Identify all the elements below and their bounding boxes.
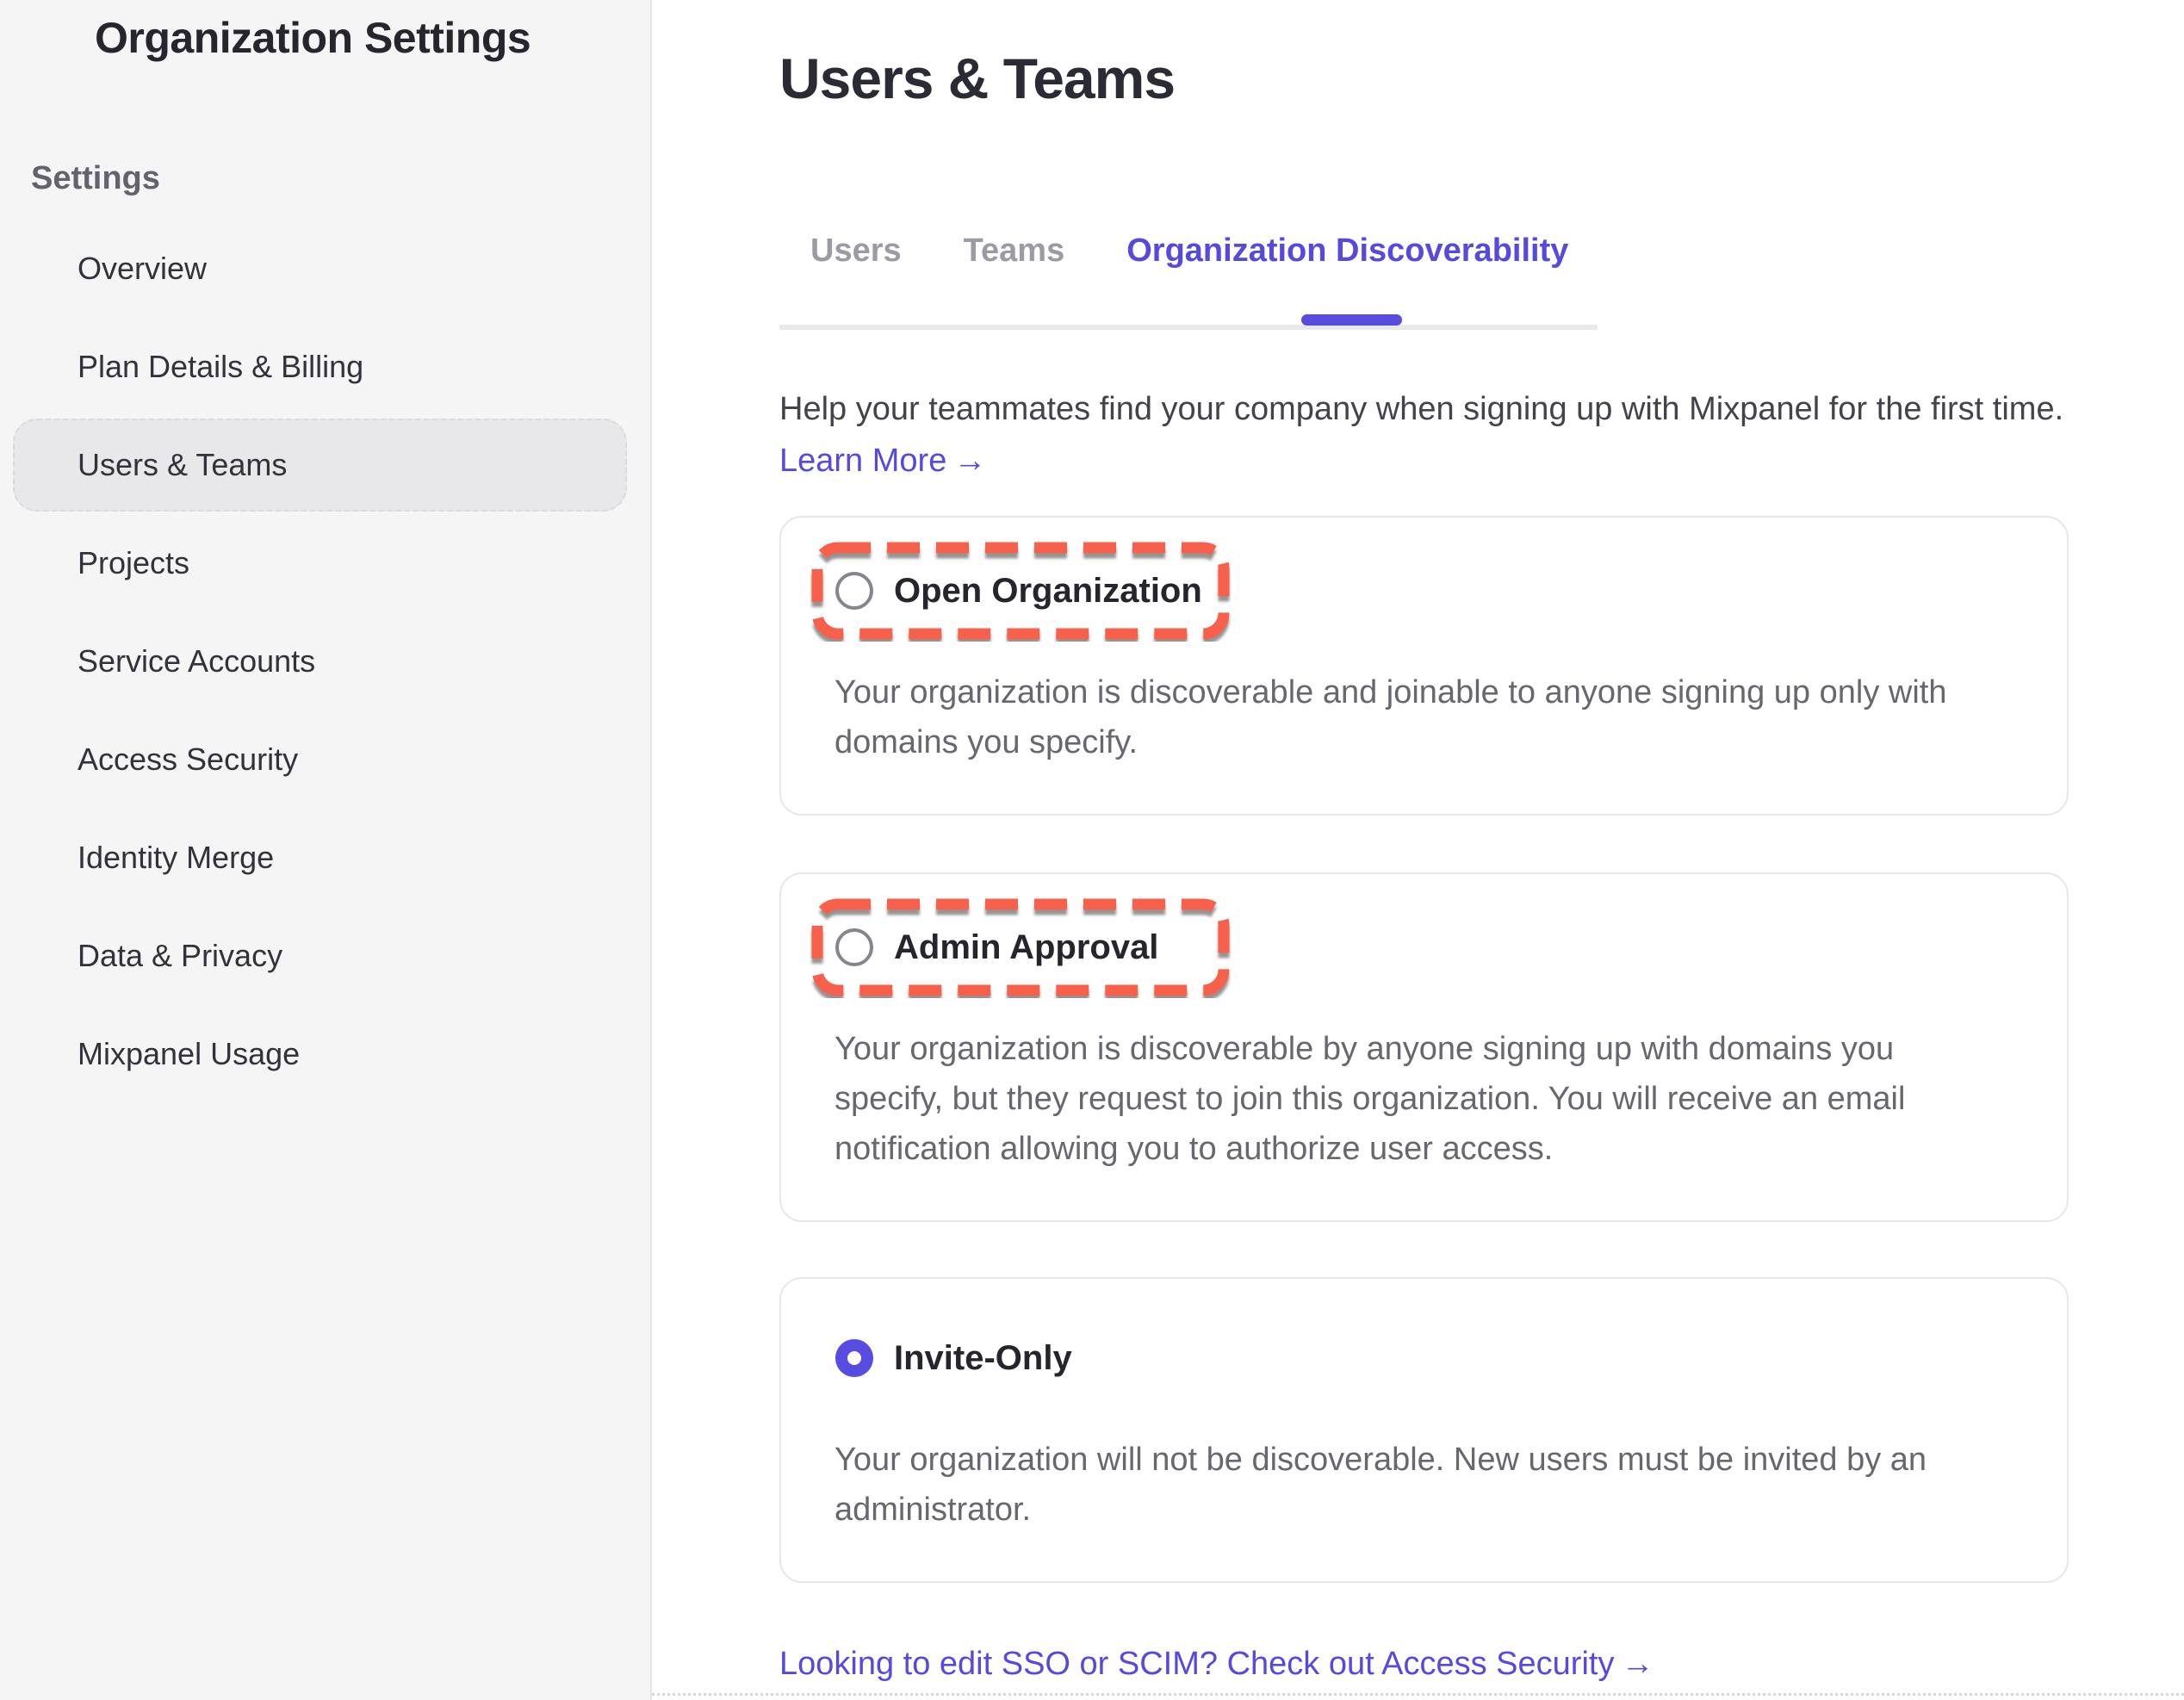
- learn-more-link[interactable]: Learn More→: [779, 437, 986, 485]
- option-card-admin-approval: Admin Approval Your organization is disc…: [779, 872, 2069, 1222]
- sidebar-item-label: Service Accounts: [78, 643, 315, 679]
- sidebar-item-plan-details-billing[interactable]: Plan Details & Billing: [0, 318, 650, 416]
- option-description: Your organization is discoverable by any…: [835, 1024, 2044, 1174]
- sidebar-item-service-accounts[interactable]: Service Accounts: [0, 612, 650, 710]
- sidebar: Organization Settings Settings Overview …: [0, 0, 652, 1700]
- learn-more-label: Learn More: [779, 443, 946, 479]
- app-window: Organization Settings Settings Overview …: [0, 0, 2184, 1700]
- sidebar-item-users-teams[interactable]: Users & Teams: [0, 416, 650, 514]
- main-content: Users & Teams Users Teams Organization D…: [652, 0, 2184, 1700]
- option-description: Your organization is discoverable and jo…: [835, 667, 2044, 767]
- intro-text: Help your teammates find your company wh…: [779, 385, 2184, 433]
- bottom-divider: [652, 1693, 2184, 1696]
- tab-organization-discoverability[interactable]: Organization Discoverability: [1126, 233, 1568, 270]
- sidebar-item-overview[interactable]: Overview: [0, 220, 650, 318]
- tab-users[interactable]: Users: [810, 233, 902, 270]
- option-description: Your organization will not be discoverab…: [835, 1435, 2044, 1535]
- active-tab-indicator: [1301, 314, 1402, 326]
- radio-admin-approval[interactable]: [835, 928, 873, 966]
- sidebar-item-data-privacy[interactable]: Data & Privacy: [0, 907, 650, 1005]
- sidebar-item-label: Identity Merge: [78, 840, 274, 876]
- sidebar-item-label: Projects: [78, 545, 189, 581]
- sidebar-item-mixpanel-usage[interactable]: Mixpanel Usage: [0, 1005, 650, 1103]
- option-label: Invite-Only: [894, 1339, 1072, 1378]
- tab-divider: [779, 325, 1598, 330]
- option-card-invite-only: Invite-Only Your organization will not b…: [779, 1277, 2069, 1583]
- option-label: Open Organization: [894, 572, 1202, 611]
- sidebar-item-label: Users & Teams: [78, 447, 287, 483]
- sidebar-nav: Overview Plan Details & Billing Users & …: [0, 220, 650, 1103]
- tab-teams[interactable]: Teams: [964, 233, 1065, 270]
- radio-open-organization[interactable]: [835, 572, 873, 610]
- sidebar-item-label: Data & Privacy: [78, 938, 282, 974]
- sidebar-item-identity-merge[interactable]: Identity Merge: [0, 809, 650, 907]
- access-security-link[interactable]: Looking to edit SSO or SCIM? Check out A…: [779, 1640, 1654, 1688]
- sidebar-item-projects[interactable]: Projects: [0, 514, 650, 612]
- page-title: Users & Teams: [779, 45, 2184, 112]
- sidebar-item-access-security[interactable]: Access Security: [0, 710, 650, 809]
- arrow-right-icon: →: [1621, 1646, 1654, 1682]
- sidebar-item-label: Access Security: [78, 741, 298, 778]
- option-admin-approval[interactable]: Admin Approval: [810, 897, 1232, 998]
- radio-invite-only[interactable]: [835, 1339, 873, 1377]
- sidebar-item-label: Plan Details & Billing: [78, 349, 363, 385]
- sidebar-item-label: Overview: [78, 251, 207, 287]
- arrow-right-icon: →: [953, 443, 986, 479]
- sidebar-section-label: Settings: [31, 160, 650, 197]
- access-security-label: Looking to edit SSO or SCIM? Check out A…: [779, 1646, 1614, 1682]
- sidebar-title: Organization Settings: [95, 12, 650, 64]
- sidebar-item-label: Mixpanel Usage: [78, 1036, 300, 1072]
- option-label: Admin Approval: [894, 928, 1158, 967]
- option-open-organization[interactable]: Open Organization: [810, 540, 1232, 642]
- option-card-open-organization: Open Organization Your organization is d…: [779, 516, 2069, 816]
- option-invite-only[interactable]: Invite-Only: [810, 1307, 1232, 1409]
- tab-bar: Users Teams Organization Discoverability: [779, 233, 2184, 270]
